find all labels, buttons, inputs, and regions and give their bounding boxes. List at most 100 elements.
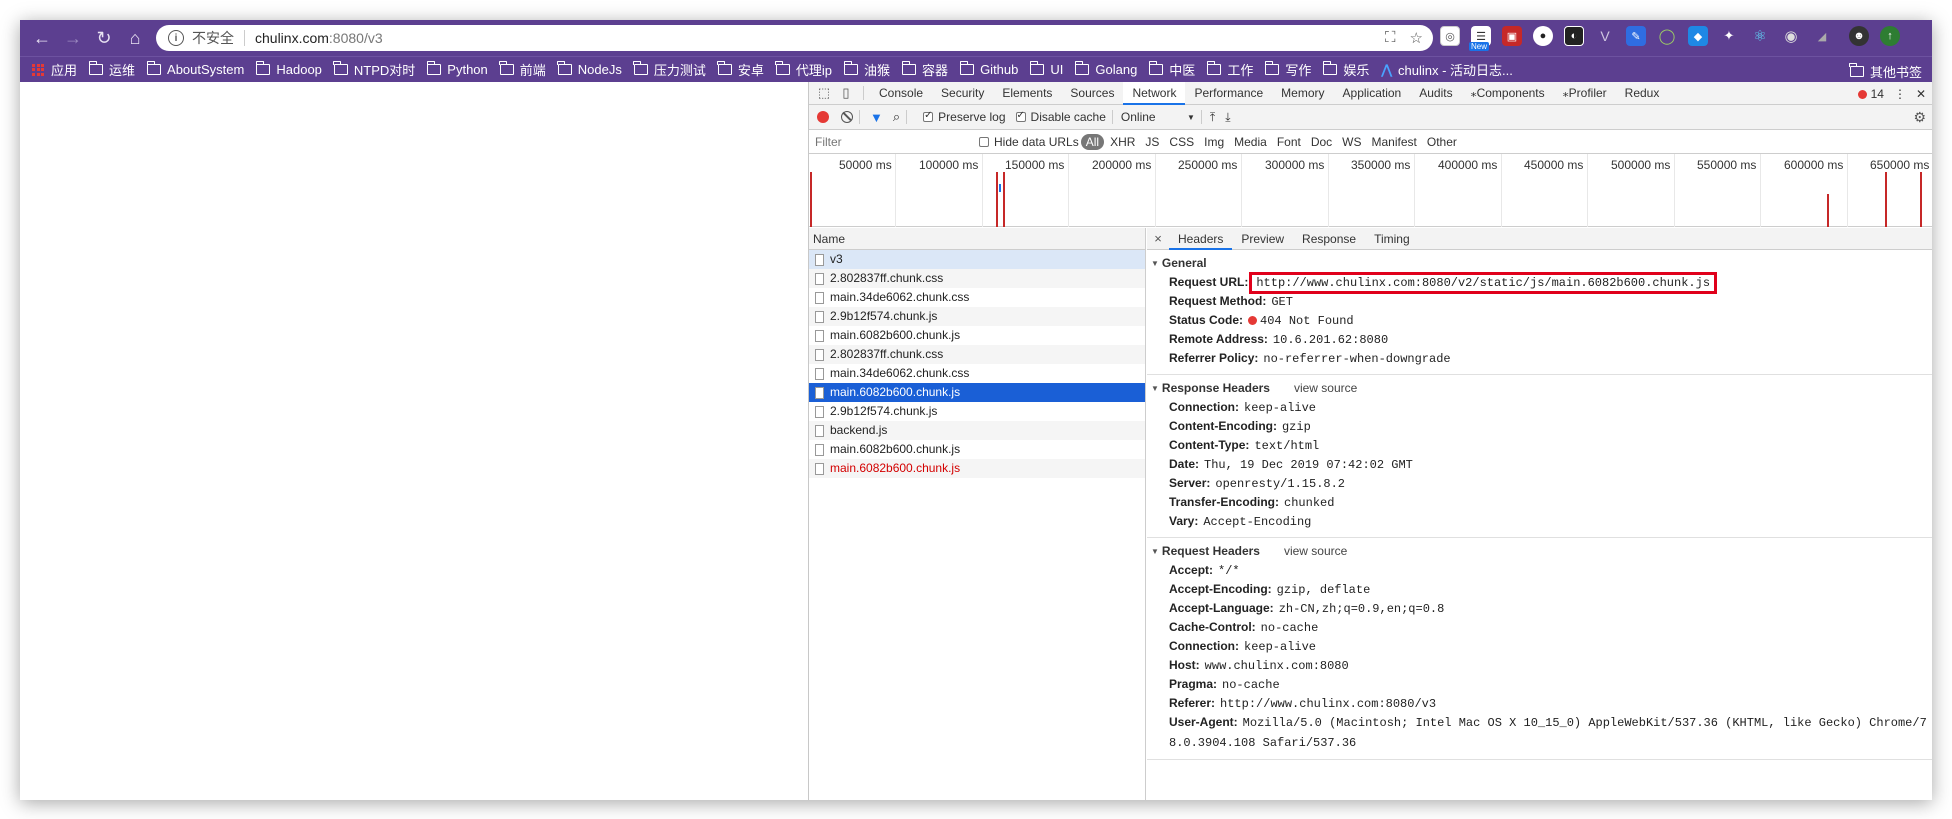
bookmark-link[interactable]: ⋀ chulinx - 活动日志...	[1381, 60, 1513, 79]
tab-redux[interactable]: Redux	[1616, 82, 1669, 105]
request-row[interactable]: main.34de6062.chunk.css	[809, 288, 1145, 307]
response-headers-title[interactable]: ▼ Response Headers view source	[1147, 379, 1932, 398]
tab-network[interactable]: Network	[1123, 81, 1186, 105]
bookmark-folder[interactable]: Github	[959, 61, 1018, 77]
record-button[interactable]	[817, 111, 829, 123]
request-row[interactable]: 2.9b12f574.chunk.js	[809, 402, 1145, 421]
tab-headers[interactable]: Headers	[1169, 228, 1233, 250]
bookmark-folder[interactable]: Python	[426, 61, 488, 77]
extension-icon[interactable]: ●	[1533, 26, 1553, 46]
address-bar[interactable]: i 不安全 chulinx.com:8080/v3 ⛶ ☆	[156, 25, 1433, 51]
tab-application[interactable]: Application	[1334, 82, 1411, 105]
extension-icon[interactable]: ▣	[1502, 26, 1522, 46]
bookmark-folder[interactable]: 中医	[1148, 60, 1195, 79]
bookmark-folder[interactable]: NTPD对时	[333, 60, 415, 79]
translate-icon[interactable]: ⛶	[1385, 29, 1396, 47]
extension-icon[interactable]: ✎	[1626, 26, 1646, 46]
extension-icon[interactable]: ◐	[1564, 26, 1584, 46]
preserve-log-checkbox[interactable]: Preserve log	[923, 110, 1006, 124]
bookmark-folder[interactable]: 代理ip	[775, 60, 832, 79]
request-row[interactable]: backend.js	[809, 421, 1145, 440]
extension-icon[interactable]: ✦	[1719, 26, 1739, 46]
forward-button[interactable]: →	[59, 24, 87, 52]
bookmark-folder[interactable]: 油猴	[843, 60, 890, 79]
tab-security[interactable]: Security	[932, 82, 993, 105]
bookmark-folder[interactable]: 压力测试	[633, 60, 706, 79]
request-row[interactable]: 2.802837ff.chunk.css	[809, 269, 1145, 288]
tab-preview[interactable]: Preview	[1232, 228, 1293, 250]
filter-input[interactable]	[813, 132, 963, 151]
reload-button[interactable]: ↻	[90, 24, 118, 52]
filter-type-other[interactable]: Other	[1423, 135, 1461, 149]
extension-icon[interactable]: ◆	[1688, 26, 1708, 46]
filter-type-font[interactable]: Font	[1273, 135, 1305, 149]
inspect-icon[interactable]: ⬚	[813, 82, 835, 104]
gear-icon[interactable]: ⚙	[1913, 109, 1926, 126]
bookmark-apps[interactable]: 应用	[32, 60, 77, 79]
export-icon[interactable]: ⤓	[1225, 110, 1230, 125]
extension-icon[interactable]: ◯	[1657, 26, 1677, 46]
filter-type-img[interactable]: Img	[1200, 135, 1228, 149]
request-row[interactable]: 2.9b12f574.chunk.js	[809, 307, 1145, 326]
tab-components[interactable]: ⁎Components	[1462, 82, 1554, 105]
tab-performance[interactable]: Performance	[1185, 82, 1272, 105]
request-row-selected[interactable]: main.6082b600.chunk.js	[809, 383, 1145, 402]
search-icon[interactable]: ⌕	[893, 109, 900, 125]
info-icon[interactable]: i	[168, 30, 184, 46]
filter-type-xhr[interactable]: XHR	[1106, 135, 1139, 149]
disable-cache-checkbox[interactable]: Disable cache	[1015, 110, 1106, 124]
bookmark-folder[interactable]: 容器	[901, 60, 948, 79]
general-section-title[interactable]: ▼ General	[1147, 254, 1932, 273]
request-row[interactable]: v3	[809, 250, 1145, 269]
bookmark-folder[interactable]: UI	[1029, 61, 1063, 77]
tab-profiler[interactable]: ⁎Profiler	[1554, 82, 1616, 105]
avatar[interactable]: ☻	[1849, 26, 1869, 46]
tab-elements[interactable]: Elements	[993, 82, 1061, 105]
clear-button[interactable]	[841, 111, 853, 123]
close-icon[interactable]: ×	[1147, 231, 1169, 246]
bookmark-folder[interactable]: 写作	[1264, 60, 1311, 79]
react-icon[interactable]: ⚛	[1750, 26, 1770, 46]
request-row[interactable]: main.6082b600.chunk.js	[809, 326, 1145, 345]
error-counter[interactable]: 14	[1857, 87, 1884, 101]
import-icon[interactable]: ⤒	[1210, 110, 1215, 125]
bookmark-star-icon[interactable]: ☆	[1410, 29, 1423, 47]
filter-icon[interactable]: ▼	[870, 110, 883, 125]
filter-type-manifest[interactable]: Manifest	[1368, 135, 1421, 149]
throttle-select[interactable]: Online ▼	[1121, 110, 1195, 124]
request-row[interactable]: main.6082b600.chunk.js	[809, 440, 1145, 459]
request-row-error[interactable]: main.6082b600.chunk.js	[809, 459, 1145, 478]
name-column-header[interactable]: Name	[809, 228, 1145, 250]
filter-type-ws[interactable]: WS	[1338, 135, 1365, 149]
tab-memory[interactable]: Memory	[1272, 82, 1333, 105]
update-icon[interactable]: ↑	[1880, 26, 1900, 46]
filter-type-doc[interactable]: Doc	[1307, 135, 1336, 149]
news-extension-icon[interactable]: ☰ New	[1469, 26, 1491, 51]
filter-type-js[interactable]: JS	[1141, 135, 1163, 149]
bookmark-folder[interactable]: 工作	[1206, 60, 1253, 79]
tab-console[interactable]: Console	[870, 82, 932, 105]
filter-type-css[interactable]: CSS	[1165, 135, 1198, 149]
more-menu-icon[interactable]: ⋮	[1894, 87, 1906, 101]
vue-icon[interactable]: V	[1595, 26, 1615, 46]
extension-icon[interactable]: ◉	[1781, 26, 1801, 46]
request-headers-title[interactable]: ▼ Request Headers view source	[1147, 542, 1932, 561]
filter-type-all[interactable]: All	[1080, 133, 1105, 150]
request-row[interactable]: main.34de6062.chunk.css	[809, 364, 1145, 383]
bookmark-folder[interactable]: 娱乐	[1322, 60, 1369, 79]
bookmark-folder[interactable]: Golang	[1074, 61, 1137, 77]
url-text[interactable]: chulinx.com:8080/v3	[255, 30, 383, 46]
back-button[interactable]: ←	[28, 24, 56, 52]
bookmark-folder[interactable]: 安卓	[717, 60, 764, 79]
tab-response[interactable]: Response	[1293, 228, 1365, 250]
view-source-link[interactable]: view source	[1284, 544, 1347, 558]
tab-timing[interactable]: Timing	[1365, 228, 1419, 250]
bookmark-other[interactable]: 其他书签	[1849, 62, 1922, 81]
extension-icon[interactable]: ◎	[1440, 26, 1460, 46]
bookmark-folder[interactable]: NodeJs	[557, 61, 622, 77]
network-overview[interactable]: 50000 ms 100000 ms 150000 ms 200000 ms 2…	[809, 154, 1932, 227]
close-icon[interactable]: ✕	[1916, 87, 1926, 101]
tab-audits[interactable]: Audits	[1410, 82, 1461, 105]
device-toggle-icon[interactable]: ▯	[835, 82, 857, 104]
bookmark-folder[interactable]: 运维	[88, 60, 135, 79]
